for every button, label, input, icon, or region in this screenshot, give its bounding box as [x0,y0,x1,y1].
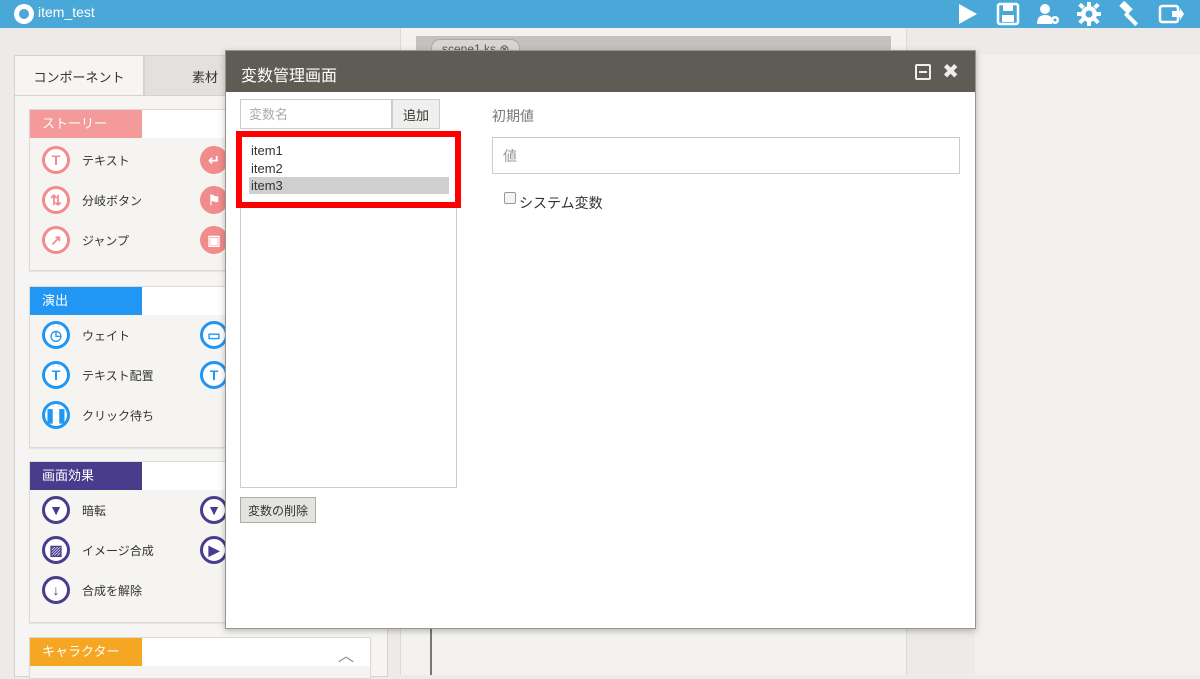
component-item[interactable]: ↓ 合成を解除 [42,576,142,604]
variable-manager-dialog: 変数管理画面 ✖ 追加 item1 item2 item3 変数の削除 初期値 … [225,50,976,629]
gear-icon[interactable] [1076,1,1102,27]
variable-name-input[interactable] [240,99,392,129]
section-label: 画面効果 [30,462,142,490]
section-header[interactable]: キャラクター ︿ [30,638,370,666]
component-item[interactable]: T テキスト配置 [42,361,154,389]
pause-icon: ❚❚ [42,401,70,429]
add-button[interactable]: 追加 [392,99,440,129]
export-icon[interactable] [1158,1,1184,27]
system-variable-checkbox[interactable] [504,192,516,204]
item-label: クリック待ち [82,408,155,423]
highlight-box [236,131,461,208]
dialog-header[interactable]: 変数管理画面 ✖ [226,51,975,92]
return-icon: ↵ [200,146,228,174]
section-character: キャラクター ︿ [29,637,371,679]
component-item[interactable]: ❚❚ クリック待ち [42,401,154,429]
item-label: ウェイト [82,328,131,343]
system-variable-label: システム変数 [519,195,603,211]
text-position-icon: T [200,361,228,389]
component-item[interactable]: T テキスト [42,146,130,174]
play-icon[interactable] [954,1,980,27]
item-label: テキスト配置 [82,368,154,383]
minimize-icon[interactable] [915,64,931,80]
movie-icon: ▶ [200,536,228,564]
text-icon: T [42,146,70,174]
chevron-up-icon[interactable]: ︿ [336,642,356,665]
item-label: 合成を解除 [82,583,143,598]
preview-area [975,55,1200,675]
clock-icon: ◷ [42,321,70,349]
image-icon: ▨ [42,536,70,564]
section-label: ストーリー [30,110,142,138]
section-label: 演出 [30,287,142,315]
jump-icon: ↗ [42,226,70,254]
top-bar: item_test [0,0,1200,28]
initial-value-input[interactable] [492,137,960,174]
component-item[interactable]: ▨ イメージ合成 [42,536,154,564]
component-item[interactable]: ◷ ウェイト [42,321,130,349]
app-logo-icon [14,4,34,24]
editor-divider [430,626,432,675]
dialog-title: 変数管理画面 [241,68,338,85]
branch-icon: ⇅ [42,186,70,214]
hammer-icon[interactable] [1117,0,1143,27]
app-title: item_test [38,4,95,20]
flag-icon: ⚑ [200,186,228,214]
initial-value-label: 初期値 [492,108,534,124]
shake-icon: ▭ [200,321,228,349]
text-position-icon: T [42,361,70,389]
item-label: ジャンプ [82,233,130,248]
fade-icon: ▼ [200,496,228,524]
fade-icon: ▼ [42,496,70,524]
section-label: キャラクター [30,638,142,666]
delete-variable-button[interactable]: 変数の削除 [240,497,316,523]
close-icon[interactable]: ✖ [942,59,959,83]
save-icon[interactable] [995,1,1021,27]
component-item[interactable]: ↗ ジャンプ [42,226,129,254]
window-icon: ▣ [200,226,228,254]
item-label: テキスト [82,153,130,168]
component-item[interactable]: ▼ 暗転 [42,496,106,524]
item-label: 暗転 [82,503,107,518]
unmerge-icon: ↓ [42,576,70,604]
tab-components[interactable]: コンポーネント [14,55,144,96]
item-label: イメージ合成 [82,543,154,558]
user-settings-icon[interactable] [1035,1,1061,27]
component-item[interactable]: ⇅ 分岐ボタン [42,186,142,214]
item-label: 分岐ボタン [82,193,143,208]
